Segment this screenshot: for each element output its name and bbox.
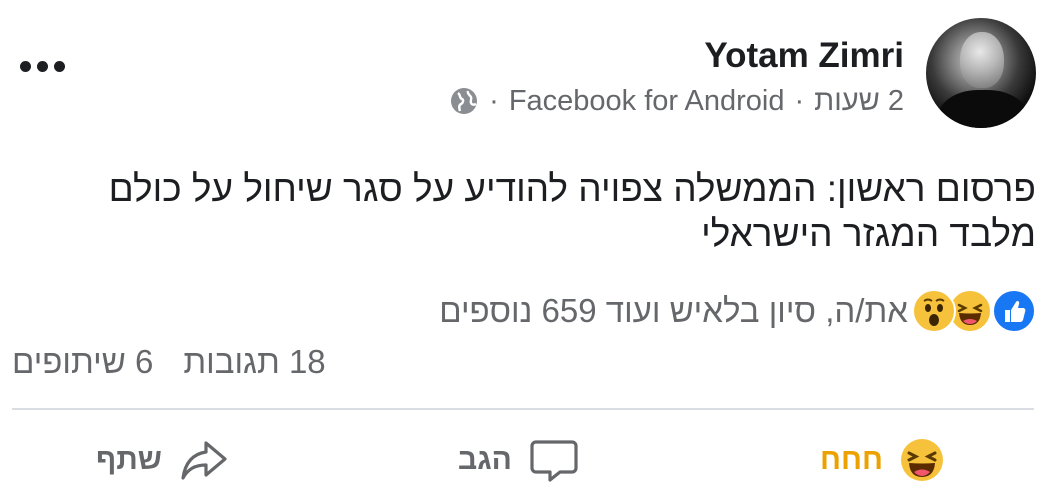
comment-button[interactable]: הגב xyxy=(458,432,580,488)
reactions-text: את/ה, סיון בלאיש ועוד 659 נוספים xyxy=(439,292,908,329)
post-timestamp[interactable]: 2 שעות xyxy=(814,85,904,118)
dot xyxy=(37,60,48,72)
post-text: פרסום ראשון: הממשלה צפויה להודיע על סגר … xyxy=(108,168,1036,254)
reaction-button[interactable]: חחח xyxy=(820,432,945,488)
comment-label: הגב xyxy=(458,443,512,476)
wow-icon xyxy=(912,289,956,333)
share-button[interactable]: שתף xyxy=(96,432,230,488)
reaction-label: חחח xyxy=(820,443,884,476)
share-label: שתף xyxy=(96,443,162,476)
author-name[interactable]: Yotam Zimri xyxy=(704,36,904,76)
avatar-shirt xyxy=(938,90,1028,128)
dot xyxy=(54,60,65,72)
share-icon xyxy=(178,434,230,486)
like-icon xyxy=(992,289,1036,333)
comment-icon xyxy=(528,434,580,486)
comments-count[interactable]: 18 תגובות xyxy=(183,343,325,381)
avatar-head xyxy=(960,32,1004,88)
globe-icon xyxy=(449,86,479,116)
author-avatar[interactable] xyxy=(926,18,1036,128)
meta-separator: · xyxy=(489,84,499,117)
haha-icon xyxy=(899,437,945,483)
shares-count[interactable]: 6 שיתופים xyxy=(12,343,153,381)
post-meta: · Facebook for Android · 2 שעות xyxy=(449,84,904,118)
reactions-summary[interactable]: את/ה, סיון בלאיש ועוד 659 נוספים xyxy=(439,288,1036,334)
engagement-counts: 18 תגובות 6 שיתופים xyxy=(12,340,326,384)
post-source: Facebook for Android xyxy=(508,84,785,117)
more-options-icon[interactable] xyxy=(20,56,68,76)
meta-separator: · xyxy=(794,84,805,117)
dot xyxy=(20,60,31,72)
divider xyxy=(12,408,1034,410)
